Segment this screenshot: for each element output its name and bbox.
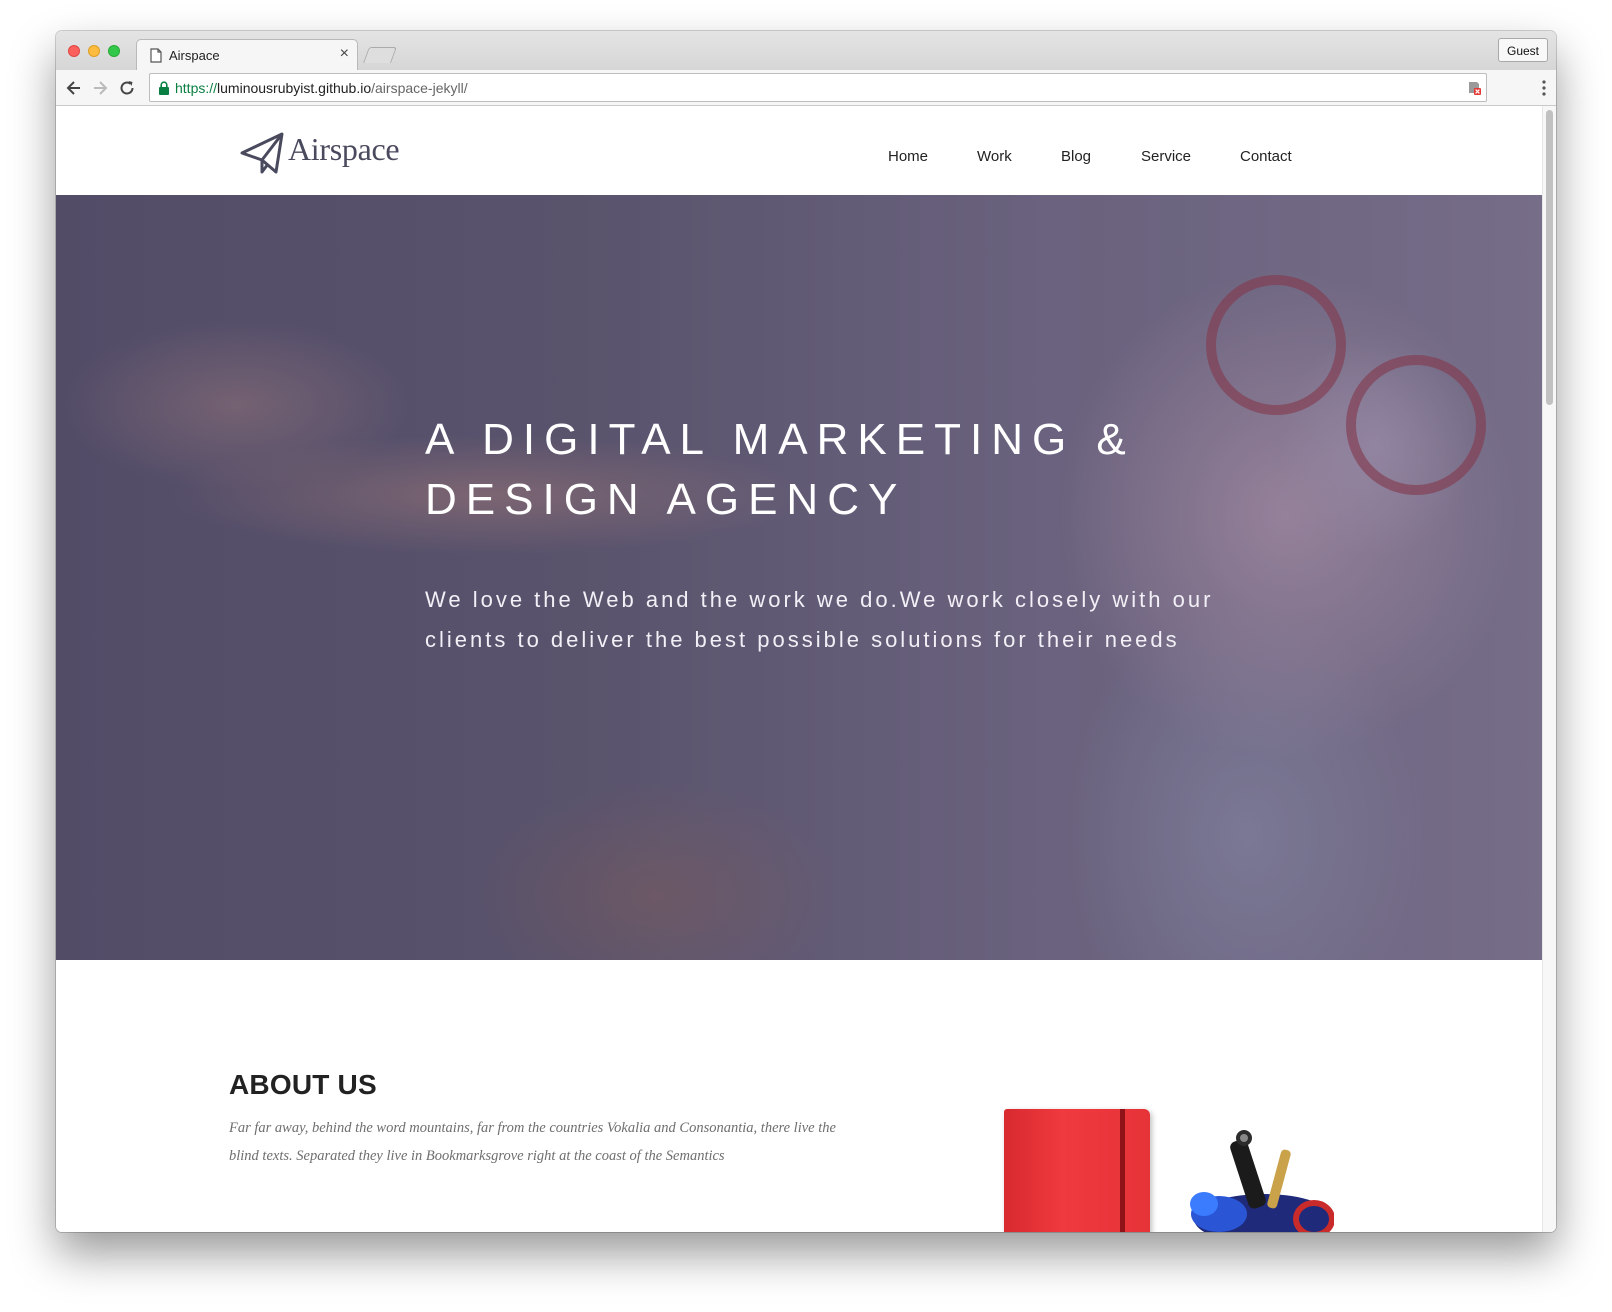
scrollbar-thumb[interactable] [1546,110,1553,405]
new-tab-button[interactable] [363,47,397,63]
hero-title: A DIGITAL MARKETING & DESIGN AGENCY [425,410,1325,530]
about-text-line1: Far far away, behind the word mountains,… [229,1120,836,1136]
url-host: luminousrubyist.github.io [217,80,372,96]
hero-title-line2: DESIGN AGENCY [425,475,907,524]
nav-home[interactable]: Home [888,148,928,165]
browser-toolbar: https://luminousrubyist.github.io/airspa… [56,70,1556,106]
hero-photo-goggle [1206,275,1346,415]
hero-subtitle: We love the Web and the work we do.We wo… [425,580,1285,660]
tab-strip: Airspace × Guest [56,31,1556,70]
nav-work[interactable]: Work [977,148,1012,165]
notebook-image [1004,1109,1150,1232]
url-scheme: https:// [175,80,218,96]
hero-subtitle-line1: We love the Web and the work we do.We wo… [425,587,1214,612]
reload-icon[interactable] [117,78,137,98]
browser-window: Airspace × Guest https://luminousrubyist… [56,31,1556,1232]
nav-contact[interactable]: Contact [1240,148,1292,165]
notebook-band [1120,1109,1125,1232]
site-header: Airspace Home Work Blog Service Contact [56,106,1542,195]
page-viewport: Airspace Home Work Blog Service Contact … [56,106,1556,1232]
about-text-line2: blind texts. Separated they live in Book… [229,1148,725,1164]
hero-section: A DIGITAL MARKETING & DESIGN AGENCY We lo… [56,195,1542,960]
menu-dots-icon[interactable] [1542,79,1546,97]
about-title: ABOUT US [229,1069,377,1100]
lock-icon [159,81,169,95]
url-path: /airspace-jekyll/ [371,80,468,96]
nav-blog[interactable]: Blog [1061,148,1091,165]
back-arrow-icon[interactable] [64,78,84,98]
nav-service[interactable]: Service [1141,148,1191,165]
url-text: https://luminousrubyist.github.io/airspa… [175,80,468,96]
pens-image [1190,1130,1334,1232]
browser-tab[interactable]: Airspace × [136,39,358,70]
address-bar[interactable]: https://luminousrubyist.github.io/airspa… [149,73,1487,102]
hero-photo-goggle [1346,355,1486,495]
hero-title-line1: A DIGITAL MARKETING & [425,415,1135,464]
forward-arrow-icon[interactable] [90,78,110,98]
main-nav: Home Work Blog Service Contact [56,148,1542,168]
tab-close-button[interactable]: × [340,45,349,63]
close-window-button[interactable] [68,45,80,57]
minimize-window-button[interactable] [88,45,100,57]
maximize-window-button[interactable] [108,45,120,57]
extension-icon[interactable] [1466,80,1482,96]
page-icon [150,48,162,63]
tab-title: Airspace [169,48,220,63]
hero-subtitle-line2: clients to deliver the best possible sol… [425,627,1180,652]
vertical-scrollbar[interactable] [1542,106,1556,1232]
profile-button[interactable]: Guest [1497,38,1548,62]
about-text: Far far away, behind the word mountains,… [229,1114,889,1170]
